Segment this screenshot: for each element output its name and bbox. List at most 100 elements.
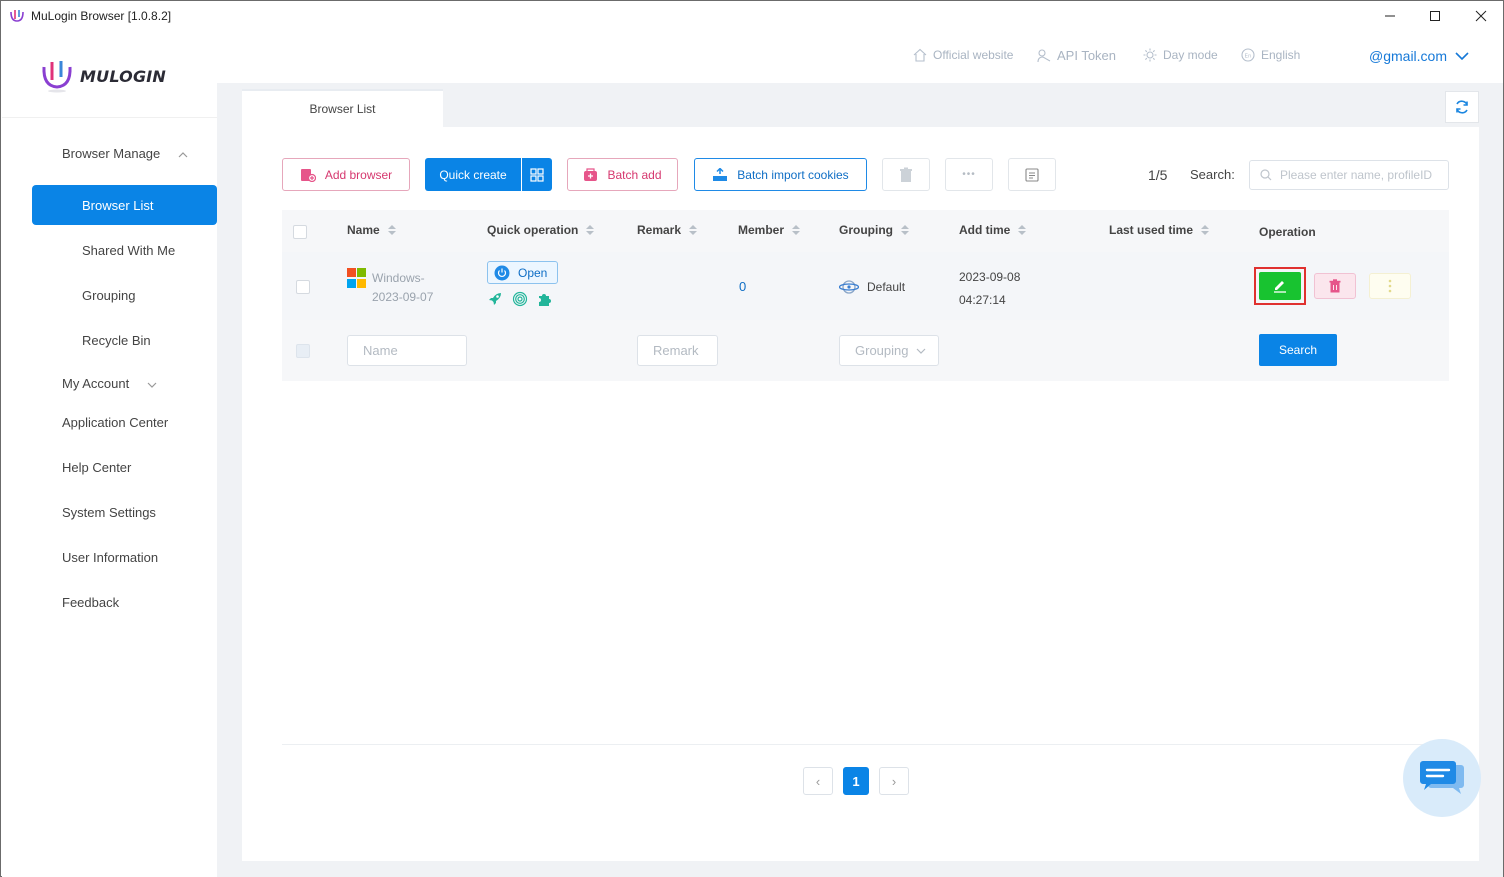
sidebar-item-help-center[interactable]: Help Center — [62, 460, 131, 475]
remark-filter-input[interactable]: Remark — [637, 335, 718, 366]
sun-icon — [1143, 48, 1157, 62]
more-actions-button[interactable]: ••• — [945, 158, 993, 191]
sidebar-item-application-center[interactable]: Application Center — [62, 415, 168, 430]
column-settings-button[interactable] — [1008, 158, 1056, 191]
profile-name-line2: 2023-09-07 — [372, 290, 434, 304]
page-button-current[interactable]: 1 — [843, 767, 869, 795]
refresh-icon — [1456, 100, 1468, 114]
sidebar-item-shared-with-me[interactable]: Shared With Me — [82, 243, 175, 258]
svg-text:En: En — [1245, 54, 1252, 60]
tab-browser-list[interactable]: Browser List — [242, 89, 443, 127]
search-input[interactable]: Please enter name, profileID — [1249, 160, 1449, 190]
sidebar-item-label: My Account — [62, 376, 130, 391]
window-title: MuLogin Browser [1.0.8.2] — [31, 9, 172, 23]
close-window-button[interactable] — [1458, 1, 1504, 31]
batch-add-icon — [584, 167, 598, 181]
column-header-member[interactable]: Member — [738, 223, 801, 237]
maximize-button[interactable] — [1412, 1, 1458, 31]
quick-operation-icons — [487, 291, 554, 307]
grouping-filter-select[interactable]: Grouping — [839, 335, 939, 366]
column-label: Add time — [959, 223, 1011, 237]
close-icon — [1475, 10, 1487, 22]
batch-add-label: Batch add — [607, 167, 662, 182]
member-count[interactable]: 0 — [739, 279, 746, 294]
rocket-icon[interactable] — [487, 291, 503, 307]
remark-filter-placeholder: Remark — [653, 343, 699, 358]
batch-import-cookies-button[interactable]: Batch import cookies — [694, 158, 867, 191]
sidebar-item-browser-manage[interactable]: Browser Manage — [62, 146, 188, 161]
sidebar-item-my-account[interactable]: My Account — [62, 376, 157, 391]
quick-create-button[interactable]: Quick create — [425, 158, 521, 191]
sidebar-item-recycle-bin[interactable]: Recycle Bin — [82, 333, 151, 348]
search-placeholder: Please enter name, profileID — [1280, 168, 1433, 182]
chat-bubble-icon — [1420, 761, 1464, 794]
filter-row-checkbox — [296, 344, 310, 358]
column-header-remark[interactable]: Remark — [637, 223, 698, 237]
sidebar-item-feedback[interactable]: Feedback — [62, 595, 119, 610]
official-website-link[interactable]: Official website — [913, 48, 1013, 62]
grid-icon — [530, 167, 544, 182]
key-user-icon — [1037, 48, 1051, 62]
extension-puzzle-icon[interactable] — [537, 291, 554, 307]
home-icon — [913, 48, 927, 62]
account-menu[interactable]: @gmail.com — [1369, 48, 1469, 64]
official-website-label: Official website — [933, 48, 1014, 62]
column-label: Remark — [637, 223, 682, 237]
sidebar-item-user-information[interactable]: User Information — [62, 550, 158, 565]
sort-icon — [1018, 225, 1027, 235]
quick-create-grid-button[interactable] — [522, 158, 552, 191]
sidebar-item-system-settings[interactable]: System Settings — [62, 505, 156, 520]
search-label: Search: — [1190, 167, 1235, 182]
sort-icon — [901, 225, 909, 235]
sort-icon — [792, 225, 801, 235]
language-selector[interactable]: En English — [1241, 48, 1300, 62]
column-header-add-time[interactable]: Add time — [959, 223, 1027, 237]
name-filter-input[interactable]: Name — [347, 335, 467, 366]
batch-import-cookies-label: Batch import cookies — [737, 167, 849, 182]
next-page-button[interactable]: › — [879, 767, 909, 795]
column-label: Last used time — [1109, 223, 1194, 237]
bulk-delete-button[interactable] — [882, 158, 930, 191]
day-mode-label: Day mode — [1163, 48, 1218, 62]
row-checkbox[interactable] — [296, 280, 310, 294]
top-header: Official website API Token Day mode En E… — [217, 31, 1503, 83]
column-header-operation: Operation — [1259, 225, 1316, 239]
page-count: 1/5 — [1148, 167, 1168, 183]
minimize-button[interactable] — [1367, 1, 1413, 31]
open-browser-button[interactable]: Open — [487, 261, 558, 284]
column-header-grouping[interactable]: Grouping — [839, 223, 909, 237]
refresh-button[interactable] — [1445, 91, 1479, 123]
api-token-link[interactable]: API Token — [1037, 48, 1116, 63]
select-all-checkbox[interactable] — [293, 225, 307, 239]
logo-text: MULOGIN — [80, 66, 167, 86]
profile-name[interactable]: Windows- 2023-09-07 — [372, 269, 433, 307]
filter-search-button[interactable]: Search — [1259, 334, 1337, 366]
day-mode-toggle[interactable]: Day mode — [1143, 48, 1218, 62]
sort-icon — [1201, 225, 1210, 235]
table-bottom-divider — [282, 744, 1449, 745]
fingerprint-icon[interactable] — [512, 291, 528, 307]
column-label: Quick operation — [487, 223, 579, 237]
sidebar-item-label: Browser Manage — [62, 146, 161, 161]
sidebar: MULOGIN Browser Manage Browser List Shar… — [2, 31, 217, 877]
sort-icon — [387, 225, 396, 235]
prev-page-button[interactable]: ‹ — [803, 767, 833, 795]
add-browser-label: Add browser — [324, 167, 393, 182]
support-chat-button[interactable] — [1403, 739, 1481, 817]
add-browser-button[interactable]: Add browser — [282, 158, 410, 191]
column-header-name[interactable]: Name — [347, 223, 396, 237]
column-header-quick-operation[interactable]: Quick operation — [487, 223, 595, 237]
account-email: @gmail.com — [1369, 48, 1448, 64]
sidebar-item-grouping[interactable]: Grouping — [82, 288, 135, 303]
edit-profile-button[interactable] — [1259, 272, 1301, 300]
batch-add-button[interactable]: Batch add — [567, 158, 678, 191]
chevron-down-icon — [147, 382, 157, 388]
settings-list-icon — [1025, 167, 1039, 182]
sort-icon — [689, 225, 698, 235]
import-icon — [713, 167, 728, 181]
sidebar-item-browser-list[interactable]: Browser List — [32, 185, 217, 225]
column-header-last-used-time[interactable]: Last used time — [1109, 223, 1210, 237]
mulogin-logo-icon — [42, 61, 72, 93]
delete-profile-button[interactable] — [1314, 273, 1356, 299]
row-more-button[interactable] — [1369, 273, 1411, 299]
